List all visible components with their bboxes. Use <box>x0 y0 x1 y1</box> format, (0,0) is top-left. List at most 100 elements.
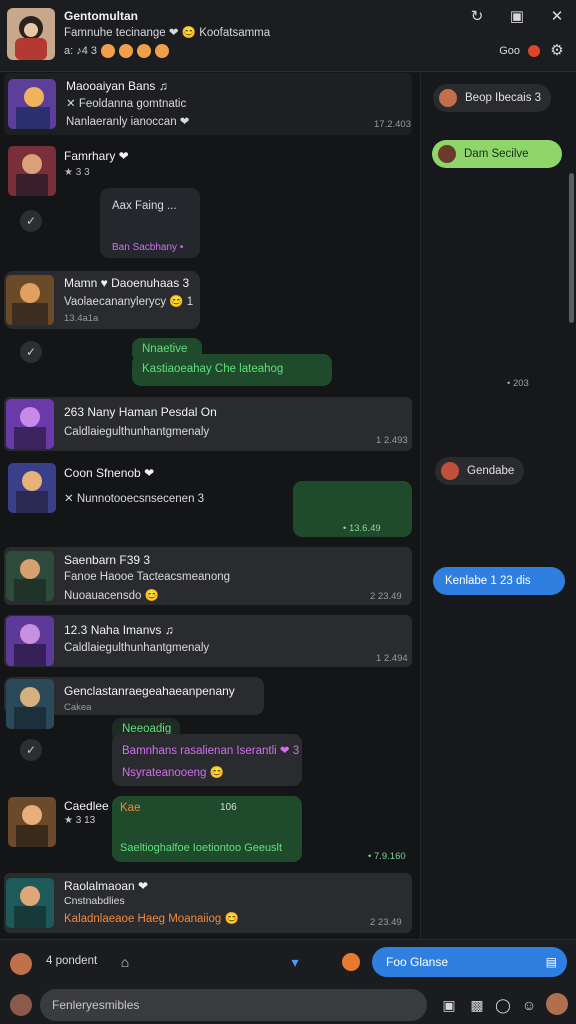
avatar[interactable] <box>6 616 54 666</box>
badge-count: Goo <box>499 45 520 57</box>
channel-avatar[interactable] <box>7 8 55 60</box>
emoji-icon[interactable] <box>342 953 360 971</box>
chat-icon: ▤ <box>545 955 557 969</box>
message-text: Caldlaiegulthunhantgmenaly <box>64 426 210 438</box>
list-item[interactable]: 263 Nany Haman Pesdal On Caldlaiegulthun… <box>4 397 412 451</box>
sender-sub: ★ 3 13 <box>64 815 96 826</box>
rotate-icon[interactable]: ↻ <box>468 8 486 26</box>
timestamp: • 7.9.160 <box>368 851 406 862</box>
bubble-text: Bamnhans rasalienan Iserantli ❤ 3 <box>122 745 300 757</box>
message-text: Vaolaecananylerycy 😊 1 <box>64 296 194 308</box>
message-text: Nuoauacensdo 😊 <box>64 590 159 602</box>
avatar[interactable] <box>8 463 56 513</box>
message-text: Nanlaeranly ianoccan ❤ <box>66 116 190 128</box>
panel-pill-blue[interactable]: Kenlabe 1 23 dis <box>433 567 565 595</box>
timestamp: 1 2.493 <box>376 435 408 446</box>
avatar[interactable] <box>8 79 56 129</box>
reply-icon[interactable]: ✓ <box>20 341 42 363</box>
list-item[interactable]: 12.3 Naha Imanvs ♫ Caldlaiegulthunhantgm… <box>4 615 412 667</box>
sender-name: Saenbarn F39 3 <box>64 553 151 567</box>
pill-label: Kenlabe 1 23 dis <box>445 575 531 587</box>
message-bubble[interactable]: Kastiaoeahay Che lateahog <box>132 354 332 386</box>
sticker-icon[interactable]: ☺ <box>520 996 538 1014</box>
pill-label: Dam Secilve <box>464 148 529 160</box>
avatar[interactable] <box>10 953 32 975</box>
message-text: Kaladnlaeaoe Haeg Moanaiiog 😊 <box>64 913 239 925</box>
channel-subtitle: Famnuhe tecinange ❤ 😊 Koofatsamma <box>64 27 271 39</box>
chevron-down-icon[interactable]: ▾ <box>286 953 304 971</box>
window-icon[interactable]: ▣ <box>508 8 526 26</box>
sender-name: Genclastanraegeahaeanpenany <box>64 684 235 698</box>
reply-icon[interactable]: ✓ <box>20 739 42 761</box>
sender-sub: Cakea <box>64 702 92 713</box>
avatar[interactable] <box>6 679 54 729</box>
emoji-icon <box>137 44 152 58</box>
sender-name: Famrhary ❤ <box>64 149 129 163</box>
panel-pill[interactable]: Gendabe <box>435 457 525 485</box>
list-item[interactable]: Maooaiyan Bans ♫ ✕ Feoldanna gomtnatic N… <box>4 73 412 135</box>
message-bubble[interactable]: Kae 106 Saeltioghalfoe Ioetiontoo Geeusl… <box>112 796 302 862</box>
reply-icon[interactable]: ✓ <box>20 210 42 232</box>
close-icon[interactable]: ✕ <box>548 8 566 26</box>
header-actions: ↻ ▣ ✕ <box>468 8 566 26</box>
bubble-text: Ban Sacbhany • <box>112 242 184 253</box>
avatar <box>438 145 456 163</box>
image-icon[interactable]: ▩ <box>468 996 486 1014</box>
sender-name: Coon Sfnenob ❤ <box>64 466 155 480</box>
timestamp: 13.4a1a <box>64 313 99 324</box>
list-item[interactable]: Mamn ♥ Daoenuhaas 3 Vaolaecananylerycy 😊… <box>4 271 200 329</box>
avatar[interactable] <box>10 994 32 1016</box>
avatar <box>439 89 457 107</box>
send-label: Foo Glanse <box>386 955 449 969</box>
message-text: Cnstnabdlies <box>64 895 125 907</box>
sender-name: 12.3 Naha Imanvs ♫ <box>64 623 174 637</box>
attach-icon[interactable]: ▣ <box>440 996 458 1014</box>
avatar[interactable] <box>6 551 54 601</box>
send-button[interactable]: Foo Glanse ▤ <box>372 947 567 977</box>
avatar[interactable] <box>6 275 54 325</box>
bubble-text: Saeltioghalfoe Ioetiontoo Geeuslt <box>120 842 283 854</box>
timestamp: 2 23.49 <box>370 917 402 928</box>
pill-label: Beop Ibecais 3 <box>465 92 542 104</box>
home-icon[interactable]: ⌂ <box>116 953 134 971</box>
message-text: ✕ Nunnotooecsnsecenen 3 <box>64 493 205 505</box>
channel-title: Gentomultan <box>64 9 138 23</box>
message-bubble[interactable]: Aax Faing ... Ban Sacbhany • <box>100 188 200 258</box>
list-item[interactable]: Saenbarn F39 3 Fanoe Haooe Tacteacsmeano… <box>4 547 412 605</box>
avatar[interactable] <box>6 878 54 928</box>
message-list[interactable]: Maooaiyan Bans ♫ ✕ Feoldanna gomtnatic N… <box>0 73 420 939</box>
status-bar: 4 pondent ⌂ ▾ Foo Glanse ▤ <box>0 939 576 983</box>
gif-icon[interactable]: ◯ <box>494 996 512 1014</box>
pill-label: Gendabe <box>467 465 515 477</box>
panel-pill[interactable]: Beop Ibecais 3 <box>433 84 552 112</box>
chat-header: Gentomultan Famnuhe tecinange ❤ 😊 Koofat… <box>0 0 576 72</box>
avatar[interactable] <box>8 146 56 196</box>
avatar[interactable] <box>6 399 54 449</box>
timestamp: 17.2.403 <box>374 119 411 130</box>
message-input[interactable]: Fenleryesmibles <box>40 989 427 1021</box>
badges-text: a: ♪4 3 <box>64 45 98 57</box>
scrollbar[interactable] <box>569 173 574 323</box>
side-panel: Beop Ibecais 3 Dam Secilve • 203 Gendabe… <box>420 73 576 939</box>
bubble-text: Aax Faing ... <box>112 200 177 212</box>
timestamp: 1 2.494 <box>376 653 408 664</box>
message-text: Caldlaiegulthunhantgmenaly <box>64 642 210 654</box>
profile-icon[interactable] <box>546 993 568 1015</box>
emoji-icon <box>155 44 170 58</box>
message-bubble[interactable]: • 13.6.49 <box>293 481 412 537</box>
bubble-text: Kastiaoeahay Che lateahog <box>142 363 284 375</box>
message-bubble[interactable]: Bamnhans rasalienan Iserantli ❤ 3 Nsyrat… <box>112 734 302 786</box>
panel-pill-active[interactable]: Dam Secilve <box>432 140 562 168</box>
emoji-icon <box>119 44 134 58</box>
timestamp: 2 23.49 <box>370 591 402 602</box>
emoji-icon <box>101 44 116 58</box>
timestamp: • 203 <box>507 378 529 389</box>
list-item[interactable]: Genclastanraegeahaeanpenany Cakea <box>4 677 264 729</box>
settings-icon[interactable]: ⚙ <box>548 42 566 60</box>
message-text: Fanoe Haooe Tacteacsmeanong <box>64 571 231 583</box>
avatar[interactable] <box>8 797 56 847</box>
list-item[interactable]: Raolalmaoan ❤ Cnstnabdlies Kaladnlaeaoe … <box>4 873 412 933</box>
sender-name: 263 Nany Haman Pesdal On <box>64 405 217 419</box>
avatar <box>441 462 459 480</box>
sender-sub: ★ 3 3 <box>64 167 90 178</box>
